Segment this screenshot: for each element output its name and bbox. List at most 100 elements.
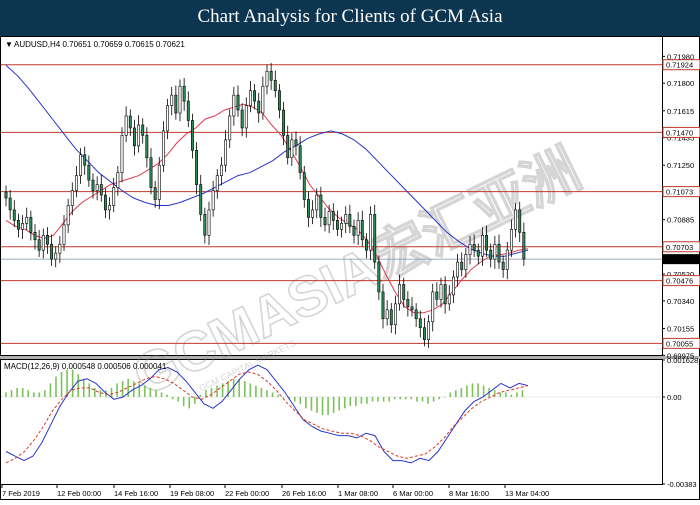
- candle-body: [12, 209, 16, 221]
- candle-body: [323, 217, 327, 226]
- current-price-label: 0.70621: [666, 255, 693, 264]
- candle-body: [369, 214, 373, 251]
- macd-hist-bar: [21, 387, 24, 397]
- candle-body: [74, 175, 78, 191]
- candle-body: [232, 94, 236, 117]
- candle-body: [161, 130, 165, 166]
- candle-body: [298, 145, 302, 173]
- candle-body: [414, 309, 418, 320]
- header-banner: Chart Analysis for Clients of GCM Asia: [0, 0, 700, 36]
- candle-body: [83, 154, 87, 166]
- candle-body: [265, 70, 269, 87]
- candle-body: [236, 94, 240, 111]
- candle-body: [406, 299, 410, 308]
- symbol-label: AUDUSD,H4 0.70651 0.70659 0.70615 0.7062…: [14, 40, 185, 49]
- level-tag-label: 0.70055: [666, 339, 693, 348]
- candle-body: [373, 214, 377, 263]
- candle-body: [485, 234, 489, 251]
- candle-body: [381, 291, 385, 320]
- macd-hist-bar: [493, 390, 496, 397]
- macd-hist-bar: [88, 383, 91, 397]
- macd-hist-bar: [399, 396, 402, 400]
- candle-body: [439, 284, 443, 300]
- x-tick-label: 1 Mar 08:00: [338, 489, 378, 498]
- macd-hist-bar: [149, 387, 152, 397]
- macd-hist-bar: [499, 392, 502, 397]
- macd-hist-bar: [338, 396, 340, 411]
- candle-body: [228, 115, 232, 141]
- level-tag-label: 0.71924: [666, 61, 693, 70]
- macd-hist-bar: [299, 396, 302, 404]
- macd-hist-bar: [466, 385, 468, 397]
- candle-body: [137, 124, 141, 147]
- macd-hist-bar: [5, 392, 7, 397]
- macd-y-tick-label: 0.00: [667, 393, 682, 402]
- candle-body: [224, 139, 228, 166]
- macd-hist-bar: [349, 396, 352, 407]
- macd-hist-bar: [199, 394, 202, 397]
- macd-hist-bar: [477, 383, 479, 397]
- candle-body: [443, 284, 447, 305]
- macd-hist-bar: [449, 392, 452, 397]
- x-tick-label: 12 Feb 00:00: [57, 489, 101, 498]
- candle-body: [501, 261, 505, 270]
- candle-body: [95, 184, 99, 191]
- macd-hist-bar: [44, 390, 46, 397]
- macd-hist-bar: [38, 392, 41, 397]
- candle-body: [37, 239, 41, 251]
- candle-body: [182, 85, 186, 102]
- candle-body: [178, 85, 182, 114]
- macd-hist-bar: [360, 396, 363, 404]
- macd-hist-bar: [460, 387, 463, 397]
- macd-hist-bar: [293, 396, 296, 402]
- macd-hist-bar: [316, 396, 318, 413]
- macd-hist-bar: [71, 369, 74, 397]
- macd-hist-bar: [504, 392, 507, 397]
- candle-body: [273, 79, 277, 91]
- candle-body: [319, 194, 323, 218]
- macd-hist-bar: [16, 387, 18, 397]
- candle-body: [476, 249, 480, 257]
- macd-hist-bar: [127, 378, 129, 397]
- candle-body: [149, 157, 153, 188]
- macd-hist-bar: [32, 392, 35, 397]
- macd-hist-bar: [155, 390, 157, 397]
- macd-hist-bar: [321, 396, 324, 416]
- macd-hist-bar: [516, 392, 518, 397]
- x-tick-label: 26 Feb 16:00: [282, 489, 326, 498]
- macd-hist-bar: [110, 387, 113, 397]
- candle-body: [29, 217, 33, 233]
- candle-body: [335, 220, 339, 230]
- macd-hist-bar: [355, 396, 357, 407]
- macd-hist-bar: [510, 394, 513, 397]
- candle-body: [282, 109, 286, 136]
- candle-body: [360, 220, 364, 241]
- macd-hist-bar: [432, 396, 435, 402]
- candle-body: [435, 291, 439, 300]
- y-tick-label: 0.71615: [667, 107, 694, 116]
- dropdown-icon[interactable]: ▼: [5, 40, 13, 49]
- candle-body: [315, 194, 319, 211]
- candle-body: [514, 209, 518, 230]
- macd-hist-bar: [210, 387, 213, 397]
- candle-body: [331, 211, 335, 221]
- candle-body: [108, 205, 112, 211]
- macd-hist-bar: [10, 390, 13, 397]
- macd-hist-bar: [194, 396, 196, 404]
- y-tick-label: 0.70155: [667, 324, 694, 333]
- candle-body: [509, 229, 513, 251]
- candle-body: [120, 135, 124, 173]
- candle-body: [248, 90, 252, 106]
- macd-hist-bar: [27, 390, 30, 397]
- candle-body: [364, 239, 368, 251]
- level-tag-label: 0.71470: [666, 128, 693, 137]
- macd-hist-bar: [377, 396, 379, 402]
- level-tag-label: 0.70476: [666, 277, 693, 286]
- candle-body: [21, 223, 25, 230]
- macd-hist-bar: [427, 396, 429, 404]
- candle-body: [112, 187, 116, 206]
- candle-body: [286, 135, 290, 159]
- candle-body: [480, 234, 484, 257]
- candle-body: [402, 284, 406, 300]
- candle-body: [348, 214, 352, 227]
